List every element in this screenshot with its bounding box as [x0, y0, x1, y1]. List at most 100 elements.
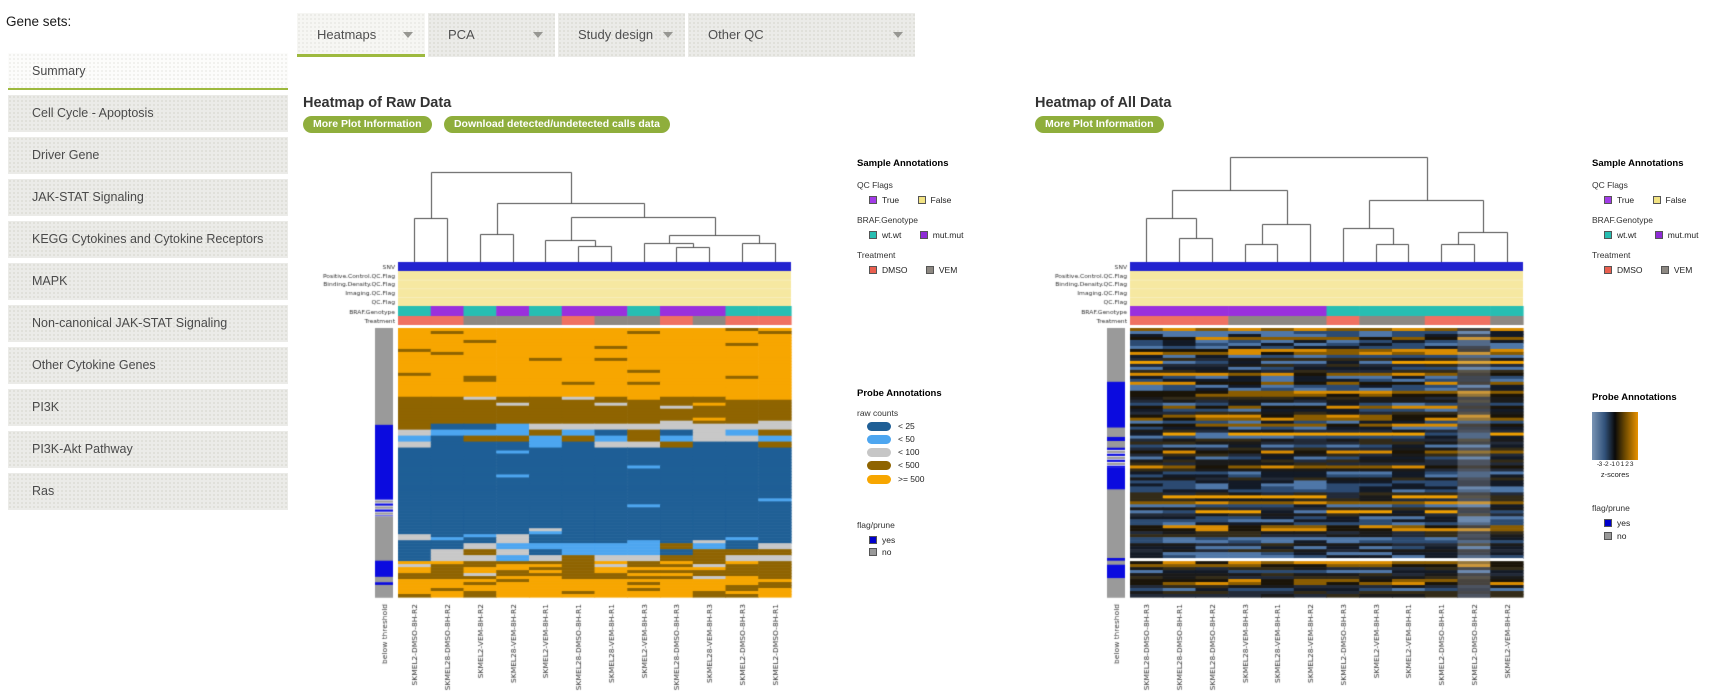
- tab-other-qc-label: Other QC: [708, 27, 764, 42]
- raw-heatmap-title: Heatmap of Raw Data: [303, 95, 452, 111]
- more-plot-information-button[interactable]: More Plot Information: [303, 116, 432, 133]
- all-heatmap-buttons: More Plot Information: [1035, 114, 1172, 133]
- zscore-gradient: [1592, 411, 1638, 460]
- probe-annotations-title: Probe Annotations: [857, 388, 942, 399]
- qc-flags-label: QC Flags: [857, 179, 893, 190]
- flag-prune-yes-swatch: [1604, 519, 1612, 527]
- flag-prune-no-swatch: [1604, 531, 1612, 540]
- probe-annotations-title: Probe Annotations: [1592, 392, 1677, 403]
- download-calls-data-button[interactable]: Download detected/undetected calls data: [443, 116, 670, 133]
- tab-study-design-label: Study design: [578, 27, 654, 42]
- tab-pca-label: PCA: [448, 27, 475, 42]
- all-heatmap-title: Heatmap of All Data: [1035, 95, 1172, 111]
- qc-dashboard: Gene sets: Summary Cell Cycle - Apoptosi…: [0, 0, 1720, 691]
- treatment-vem-swatch: [1660, 266, 1669, 274]
- qc-true-label: True: [1617, 194, 1635, 205]
- treatment-items: DMSO VEM: [869, 265, 1017, 276]
- sample-annotations-title: Sample Annotations: [1592, 158, 1684, 169]
- zscore-ticks: -3 -2 -1 0 1 2 3: [1596, 460, 1634, 468]
- flag-prune-no-swatch: [869, 548, 877, 557]
- zscore-axis-label: z-scores: [1600, 470, 1630, 479]
- flag-prune-yes-swatch: [869, 535, 877, 544]
- braf-wt-swatch: [1604, 230, 1612, 239]
- flag-prune-no-label: no: [882, 547, 892, 558]
- tab-heatmaps-label: Heatmaps: [317, 27, 377, 42]
- treatment-dmso-label: DMSO: [882, 265, 908, 275]
- braf-mut-swatch: [919, 230, 928, 239]
- more-plot-information-button[interactable]: More Plot Information: [1035, 116, 1164, 133]
- raw-heatmap-plot: [295, 140, 855, 691]
- sidebar-item-ras[interactable]: Ras: [8, 473, 288, 510]
- braf-wt-swatch: [869, 230, 877, 239]
- qc-true-swatch: [1604, 195, 1612, 204]
- flag-prune-label: flag/prune: [1592, 503, 1630, 514]
- sample-annotations-title: Sample Annotations: [857, 158, 949, 169]
- raw-counts-50-label: < 50: [898, 434, 915, 445]
- treatment-vem-label: VEM: [938, 265, 958, 275]
- sidebar-item-driver-gene[interactable]: Driver Gene: [8, 137, 288, 174]
- sidebar-item-other-cytokine-genes[interactable]: Other Cytokine Genes: [8, 347, 288, 384]
- raw-counts-500-label: < 500: [898, 460, 920, 471]
- treatment-dmso-swatch: [869, 266, 877, 274]
- raw-probe-annotations-legend: Probe Annotations raw counts < 25 < 50 <…: [857, 388, 1017, 558]
- chevron-down-icon: [533, 32, 543, 38]
- qc-flags-items: True False: [869, 195, 1017, 206]
- braf-genotype-items: wt.wt mut.mut: [869, 230, 1017, 241]
- qc-true-label: True: [882, 194, 900, 205]
- sidebar-item-kegg-cytokines[interactable]: KEGG Cytokines and Cytokine Receptors: [8, 221, 288, 258]
- raw-counts-swatch-500: [867, 461, 891, 471]
- qc-true-swatch: [869, 195, 877, 204]
- tab-heatmaps[interactable]: Heatmaps: [297, 13, 425, 57]
- raw-counts-25-label: < 25: [898, 421, 915, 431]
- flag-prune-no-label: no: [1617, 530, 1627, 541]
- qc-flags-label: QC Flags: [1592, 179, 1628, 190]
- treatment-dmso-swatch: [1604, 266, 1612, 274]
- tab-pca[interactable]: PCA: [428, 13, 555, 57]
- chevron-down-icon: [893, 32, 903, 38]
- braf-mut-label: mut.mut: [932, 229, 964, 240]
- sidebar-item-pi3k-akt-pathway[interactable]: PI3K-Akt Pathway: [8, 431, 288, 468]
- gene-sets-label: Gene sets:: [6, 14, 72, 29]
- chevron-down-icon: [403, 32, 413, 38]
- treatment-label: Treatment: [857, 250, 896, 261]
- braf-mut-label: mut.mut: [1667, 229, 1699, 240]
- braf-genotype-label: BRAF.Genotype: [1592, 215, 1653, 226]
- qc-false-label: False: [1665, 194, 1687, 205]
- raw-counts-label: raw counts: [857, 407, 899, 418]
- chevron-down-icon: [663, 32, 673, 38]
- raw-counts-swatch-ge500: [867, 474, 891, 484]
- sidebar-item-mapk[interactable]: MAPK: [8, 263, 288, 300]
- flag-prune-label: flag/prune: [857, 520, 895, 531]
- raw-heatmap-buttons: More Plot Information Download detected/…: [303, 114, 678, 133]
- braf-genotype-label: BRAF.Genotype: [857, 215, 918, 226]
- all-probe-annotations-legend: Probe Annotations -3 -2 -1 0 1 2 3 z-sco…: [1592, 392, 1720, 541]
- tab-study-design[interactable]: Study design: [558, 13, 685, 57]
- treatment-dmso-label: DMSO: [1617, 265, 1643, 275]
- sidebar-item-summary[interactable]: Summary: [8, 53, 288, 90]
- treatment-vem-label: VEM: [1673, 265, 1693, 275]
- sidebar-item-pi3k[interactable]: PI3K: [8, 389, 288, 426]
- qc-false-swatch: [917, 195, 926, 204]
- braf-wt-label: wt.wt: [882, 229, 902, 240]
- braf-wt-label: wt.wt: [1617, 229, 1637, 240]
- gene-sets-list: Summary Cell Cycle - Apoptosis Driver Ge…: [8, 53, 288, 515]
- flag-prune-yes-label: yes: [882, 534, 896, 545]
- raw-counts-swatch-100: [867, 448, 891, 458]
- treatment-vem-swatch: [925, 266, 934, 274]
- treatment-label: Treatment: [1592, 250, 1631, 261]
- all-heatmap-plot: [1027, 140, 1587, 691]
- raw-sample-annotations-legend: Sample Annotations QC Flags True False B…: [857, 158, 1017, 276]
- flag-prune-yes-label: yes: [1617, 518, 1631, 528]
- all-sample-annotations-legend: Sample Annotations QC Flags True False B…: [1592, 158, 1720, 276]
- qc-false-label: False: [930, 194, 952, 205]
- raw-counts-100-label: < 100: [898, 447, 920, 458]
- raw-counts-swatch-50: [867, 435, 891, 445]
- sidebar-item-cell-cycle-apoptosis[interactable]: Cell Cycle - Apoptosis: [8, 95, 288, 132]
- sidebar-item-non-canonical-jak-stat[interactable]: Non-canonical JAK-STAT Signaling: [8, 305, 288, 342]
- braf-mut-swatch: [1654, 230, 1663, 239]
- raw-counts-swatch-25: [867, 422, 891, 431]
- raw-counts-ge500-label: >= 500: [898, 473, 925, 484]
- qc-false-swatch: [1652, 195, 1661, 204]
- tab-other-qc[interactable]: Other QC: [688, 13, 915, 57]
- sidebar-item-jak-stat-signaling[interactable]: JAK-STAT Signaling: [8, 179, 288, 216]
